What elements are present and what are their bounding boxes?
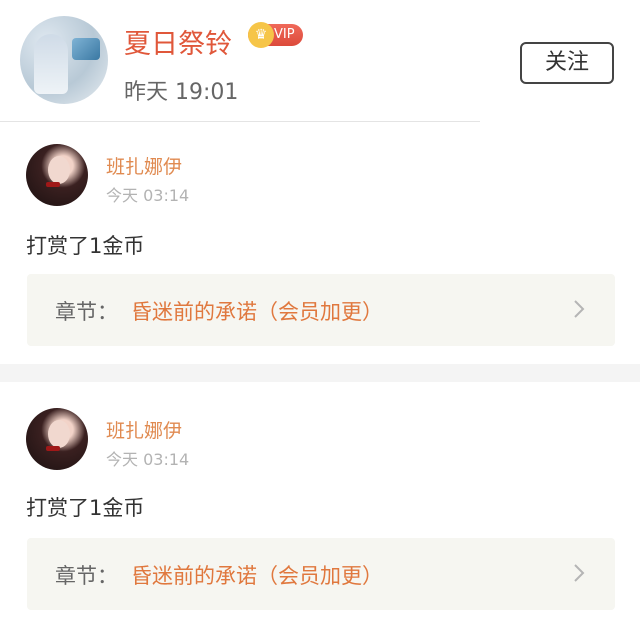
avatar-face	[48, 420, 70, 448]
avatar-accent	[46, 182, 60, 187]
chapter-link[interactable]: 章节： 昏迷前的承诺（会员加更）	[27, 274, 615, 346]
chevron-right-icon	[574, 300, 585, 318]
header-time: 昨天 19:01	[124, 80, 239, 105]
record-time: 今天 03:14	[106, 450, 190, 469]
avatar-screen	[72, 38, 100, 60]
avatar-figure	[34, 34, 68, 94]
header-user-name[interactable]: 夏日祭铃	[124, 22, 232, 61]
chevron-right-icon	[574, 564, 585, 582]
profile-header: 夏日祭铃 ♛ VIP 昨天 19:01 关注	[0, 0, 640, 122]
chapter-title: 昏迷前的承诺（会员加更）	[131, 300, 383, 324]
chapter-title: 昏迷前的承诺（会员加更）	[131, 564, 383, 588]
vip-label: VIP	[274, 27, 295, 42]
record-time: 今天 03:14	[106, 186, 190, 205]
reward-record: 班扎娜伊 今天 03:14 打赏了1金币 章节： 昏迷前的承诺（会员加更）	[0, 122, 640, 364]
record-user-name[interactable]: 班扎娜伊	[106, 416, 182, 443]
record-text: 打赏了1金币	[26, 496, 145, 520]
record-text: 打赏了1金币	[26, 234, 145, 258]
avatar-face	[48, 156, 70, 184]
chapter-prefix: 章节：	[55, 300, 118, 324]
record-user-name[interactable]: 班扎娜伊	[106, 152, 182, 179]
chapter-link[interactable]: 章节： 昏迷前的承诺（会员加更）	[27, 538, 615, 610]
vip-badge: ♛ VIP	[248, 22, 303, 48]
record-avatar[interactable]	[26, 408, 88, 470]
section-gap	[0, 364, 640, 382]
header-avatar[interactable]	[20, 16, 108, 104]
avatar-accent	[46, 446, 60, 451]
vip-crown-icon: ♛	[248, 22, 274, 48]
chapter-prefix: 章节：	[55, 564, 118, 588]
follow-button[interactable]: 关注	[520, 42, 614, 84]
record-avatar[interactable]	[26, 144, 88, 206]
reward-record: 班扎娜伊 今天 03:14 打赏了1金币 章节： 昏迷前的承诺（会员加更）	[0, 382, 640, 622]
